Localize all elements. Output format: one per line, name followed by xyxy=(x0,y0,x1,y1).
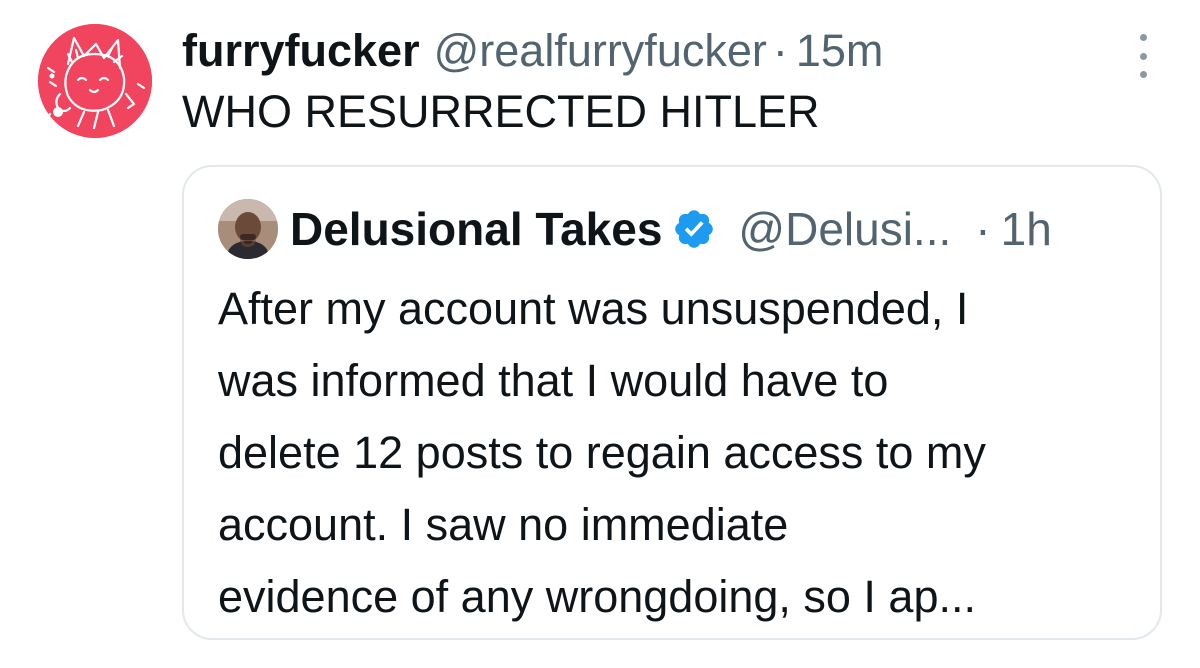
quoted-text-line: delete 12 posts to regain access to my xyxy=(218,427,986,478)
man-avatar-icon xyxy=(218,199,278,259)
post-timestamp[interactable]: 15m xyxy=(796,22,884,80)
more-dot xyxy=(1139,71,1147,78)
quoted-post-timestamp[interactable]: 1h xyxy=(1001,202,1052,256)
quoted-author-display-name[interactable]: Delusional Takes xyxy=(290,202,662,256)
quoted-text-line: account. I saw no immediate xyxy=(218,499,789,550)
tweet: furryfucker @realfurryfucker · 15m WHO R… xyxy=(0,0,1200,668)
tweet-text: WHO RESURRECTED HITLER xyxy=(182,86,820,137)
tweet-header: furryfucker @realfurryfucker · 15m xyxy=(182,22,883,80)
quoted-text-line: was informed that I would have to xyxy=(218,355,889,406)
quoted-text-line: After my account was unsuspended, I xyxy=(218,283,969,334)
more-vertical-icon[interactable] xyxy=(1128,34,1158,78)
separator-dot: · xyxy=(772,25,788,76)
quoted-tweet-text: After my account was unsuspended, I was … xyxy=(218,273,1148,633)
more-dot xyxy=(1139,52,1147,60)
furry-character-avatar-icon xyxy=(38,24,152,138)
quoted-text-line: evidence of any wrongdoing, so I ap... xyxy=(218,571,976,622)
author-display-name[interactable]: furryfucker xyxy=(182,22,420,80)
quoted-tweet-card[interactable]: Delusional Takes @Delusi... · 1h After m… xyxy=(182,165,1162,640)
quoted-author-handle[interactable]: @Delusi... xyxy=(738,202,951,256)
more-dot xyxy=(1139,34,1147,41)
quoted-author-avatar[interactable] xyxy=(218,199,278,259)
separator-dot: · xyxy=(975,203,991,255)
verified-badge-icon xyxy=(672,207,716,251)
author-handle[interactable]: @realfurryfucker xyxy=(434,22,767,80)
quoted-tweet-header: Delusional Takes @Delusi... · 1h xyxy=(218,197,1052,261)
profile-avatar[interactable] xyxy=(38,24,152,138)
